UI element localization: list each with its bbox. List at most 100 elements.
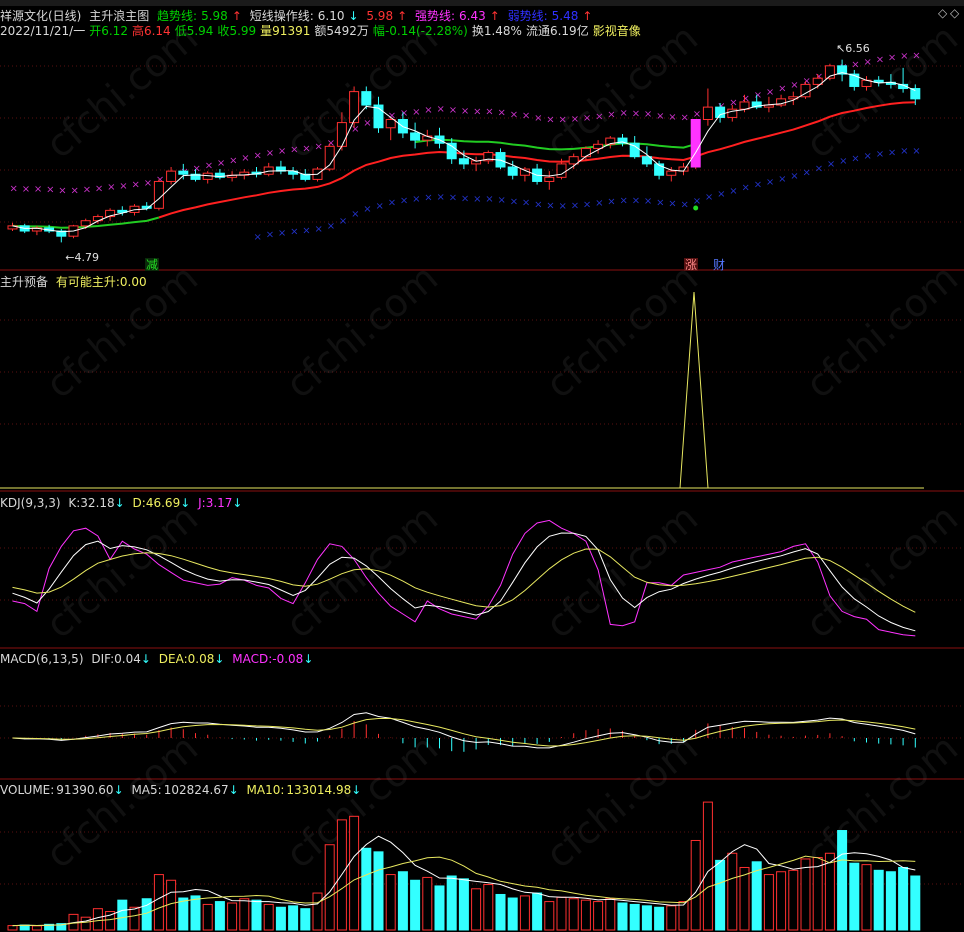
weak-line-mark: × [571,200,579,211]
volume-bar [763,874,774,931]
weak-line-mark: × [424,193,432,204]
strong-line-mark: × [437,104,445,115]
weak-line-mark: × [559,201,567,212]
candle-body [349,91,360,124]
weak-line-mark: × [790,171,798,182]
weak-line-mark: × [388,197,396,208]
candle-body [410,132,421,141]
weak-line-mark: × [302,226,310,237]
volume-bar [812,857,823,931]
candle-body [739,101,750,110]
volume-bar [519,895,530,931]
weak-line-mark: × [363,204,371,215]
weak-line-mark: × [607,196,615,207]
strong-line-mark: × [449,105,457,116]
candle-body [702,106,713,121]
candle-body [166,170,177,182]
volume-bar [776,871,787,931]
strong-line-mark: × [559,115,567,126]
volume-bar [458,878,469,931]
weak-line-mark: × [705,192,713,203]
weak-line-mark: × [668,199,676,210]
candle-body [544,176,555,182]
weak-line-mark: × [583,199,591,210]
chart-canvas[interactable]: cfchi.com cfchi.com cfchi.com cfchi.com cfch… [0,0,964,932]
strong-line-mark: × [351,124,359,135]
volume-bar [593,901,604,931]
strong-line-mark: × [144,178,152,189]
volume-bar [373,851,384,931]
zhang-label: 涨 [685,257,697,272]
volume-bar [641,905,652,931]
weak-line-mark: × [803,167,811,178]
volume-bar [251,899,262,931]
strong-line-mark: × [620,108,628,119]
watermark-text: cfchi.com [278,256,447,407]
volume-bar [666,905,677,931]
weak-line-mark: × [510,196,518,207]
strong-line-mark: × [241,153,249,164]
volume-bar [202,903,213,931]
weak-line-mark: × [546,201,554,212]
volume-bar [275,906,286,931]
weak-line-mark: × [839,156,847,167]
weak-line-mark: × [864,151,872,162]
volume-bar [434,885,445,931]
strong-line-mark: × [790,80,798,91]
volume-bar [80,916,91,931]
strong-line-mark: × [34,184,42,195]
volume-bar [617,902,628,931]
volume-bar [92,908,103,931]
volume-bar [678,901,689,931]
watermark-text: cfchi.com [538,256,707,407]
strong-line-mark: × [302,143,310,154]
volume-bar [739,866,750,931]
candle-body [153,180,164,209]
strong-line-mark: × [58,185,66,196]
zsyb-spike [679,291,709,489]
volume-bar [117,899,128,931]
strong-line-mark: × [900,51,908,62]
strong-line-mark: × [546,114,554,125]
weak-line-mark: × [595,198,603,209]
candle-body [178,170,189,175]
strong-line-mark: × [522,111,530,122]
strong-line-mark: × [485,106,493,117]
weak-line-mark: × [315,224,323,235]
weak-line-mark: × [815,164,823,175]
candle-body [690,119,701,168]
jian-label: 减 [146,258,158,272]
strong-line-mark: × [205,160,213,171]
weak-line-mark: × [827,159,835,170]
weak-line-mark: × [778,174,786,185]
weak-line-mark: × [412,194,420,205]
weak-line-mark: × [851,154,859,165]
volume-bar [178,897,189,931]
strong-line-mark: × [315,142,323,153]
strong-line-mark: × [912,51,920,62]
candle-body [458,158,469,165]
weak-line-mark: × [632,195,640,206]
strong-line-mark: × [693,109,701,120]
weak-line-mark: × [693,196,701,207]
strong-line-mark: × [668,112,676,123]
strong-line-mark: × [217,158,225,169]
watermark-text: cfchi.com [538,726,707,877]
strong-line-mark: × [461,106,469,117]
strong-line-mark: × [595,111,603,122]
strong-line-mark: × [254,151,262,162]
weak-line-mark: × [656,198,664,209]
weak-line-mark: × [876,149,884,160]
volume-bar [483,884,494,931]
weak-line-mark: × [534,199,542,210]
volume-bar [361,847,372,931]
weak-line-mark: × [327,221,335,232]
volume-bar [873,869,884,931]
weak-line-mark: × [681,199,689,210]
volume-bar [556,896,567,931]
strong-line-mark: × [729,97,737,108]
strong-line-mark: × [888,52,896,63]
volume-bar [629,903,640,931]
strong-line-mark: × [22,184,30,195]
watermark-text: cfchi.com [38,496,207,647]
